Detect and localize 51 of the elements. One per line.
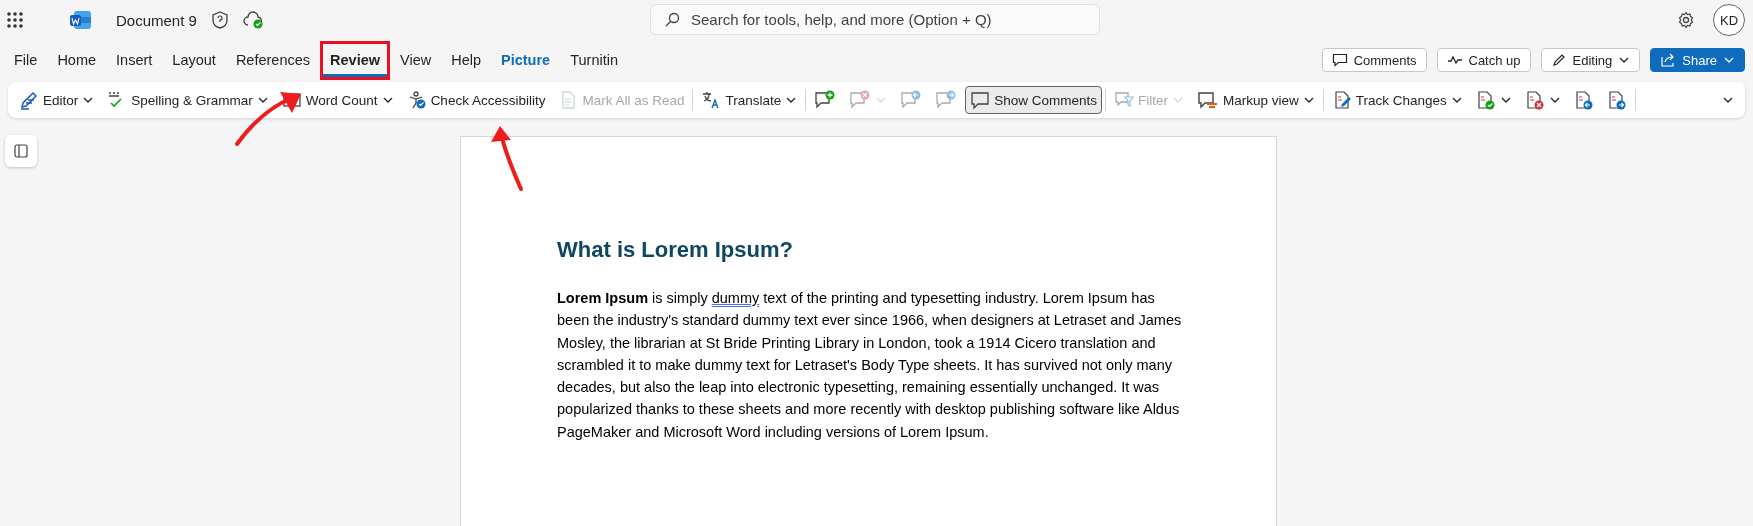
pen-lines-icon <box>19 90 39 110</box>
body-paragraph: Lorem Ipsum is simply dummy text of the printing and typesetting industry. Lorem Ipsum has been the industry's standard dummy text ever since 1966, when designers at Letraset and James Mosley, the librarian at St Bride Printing Library in London, took a 1914 Cicero translation and scrambled it to make dummy text for Letraset's Body Type sheets. It has survived not only many decades, but also the leap into electronic typesetting, remaining essentially unchanged. It was popularized thanks to these sheets and more recently with desktop publishing software like Aldus PageMaker and Microsoft Word including versions of Lorem Ipsum. <box>557 289 1182 442</box>
menu-tab[interactable]: File <box>7 43 45 77</box>
action-button[interactable]: Catch up <box>1436 48 1531 72</box>
search-field[interactable]: Search for tools, help, and more (Option + Q) <box>650 4 1100 35</box>
pencil-icon <box>1550 52 1567 68</box>
arrow-drawing <box>491 126 523 191</box>
menu-tab[interactable]: Insert <box>109 43 160 77</box>
word-logo-icon[interactable] <box>70 9 92 31</box>
menu-tab[interactable]: Review <box>323 43 387 77</box>
menu-tab[interactable]: Layout <box>165 43 223 77</box>
navigation-pane-button[interactable] <box>5 135 37 167</box>
ribbon-button[interactable]: Editor <box>14 86 100 114</box>
ribbon-button[interactable]: Check Accessibility <box>401 86 551 114</box>
delete-comment-icon <box>849 90 872 110</box>
user-avatar[interactable]: KD <box>1713 4 1745 36</box>
ribbon-button[interactable]: Track Changes <box>1326 86 1468 114</box>
translate-icon <box>701 90 722 110</box>
next-comment-icon <box>935 90 958 110</box>
next-change-icon <box>1606 90 1627 110</box>
filter-comment-icon <box>1114 90 1135 110</box>
cloud-check-icon[interactable] <box>242 11 265 29</box>
markup-comment-icon <box>1197 90 1220 110</box>
new-comment-icon <box>814 90 837 110</box>
share-icon <box>1660 52 1677 68</box>
document-heading: What is Lorem Ipsum? <box>557 237 794 263</box>
comment-icon <box>970 90 991 110</box>
reject-change-icon <box>1524 90 1545 110</box>
comment-icon <box>1331 52 1348 68</box>
menu-tab[interactable]: View <box>393 43 439 77</box>
action-button[interactable]: Share <box>1650 48 1745 72</box>
menu-tab[interactable]: Home <box>50 43 104 77</box>
ribbon-button[interactable]: Translate <box>696 86 803 114</box>
action-button[interactable]: Comments <box>1321 48 1427 72</box>
previous-change-icon <box>1573 90 1594 110</box>
settings-icon[interactable] <box>1677 11 1695 29</box>
menu-tab[interactable]: Picture <box>494 43 558 77</box>
menu-tab[interactable]: Turnitin <box>563 43 625 77</box>
ribbon-button[interactable]: Spelling & Grammar <box>102 86 274 114</box>
previous-comment-icon <box>900 90 923 110</box>
menu-tab[interactable]: References <box>228 43 318 77</box>
app-launcher-icon[interactable] <box>6 11 24 29</box>
action-button[interactable]: Editing <box>1540 48 1641 72</box>
menu-tab[interactable]: Help <box>444 43 488 77</box>
document-title[interactable]: Document 9 <box>116 11 197 29</box>
shield-icon[interactable] <box>210 10 229 30</box>
ribbon-button[interactable]: Markup view <box>1192 86 1320 114</box>
search-icon <box>664 12 680 28</box>
ribbon-button[interactable]: Show Comments <box>965 86 1103 114</box>
accept-change-icon <box>1475 90 1496 110</box>
panel-icon <box>14 144 28 158</box>
